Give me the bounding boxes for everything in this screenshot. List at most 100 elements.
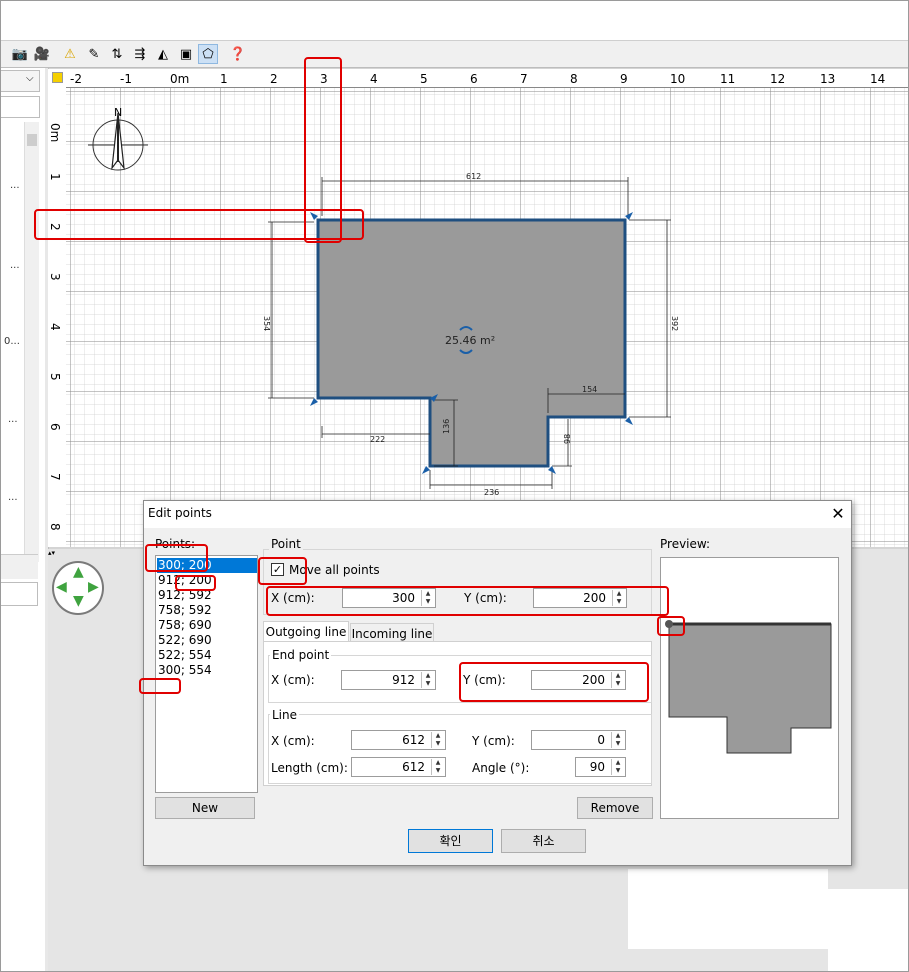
length-label: Length (cm): (271, 761, 348, 775)
y-field[interactable]: 200 ▲ ▼ (533, 588, 627, 608)
3d-view-highlight (628, 869, 828, 949)
x-field[interactable]: 300 ▲ ▼ (342, 588, 436, 608)
remove-button[interactable]: Remove (577, 797, 653, 819)
length-field[interactable]: 612 ▲ ▼ (351, 757, 446, 777)
end-x-label: X (cm): (271, 673, 315, 687)
text-icon[interactable]: ⇅ (107, 44, 127, 64)
dimension-label: 354 (262, 316, 271, 331)
vertical-ruler: 0m 1 2 3 4 5 6 7 8 (48, 87, 67, 547)
ruler-tick: 1 (220, 72, 228, 86)
end-y-field[interactable]: 200 ▲ ▼ (531, 670, 626, 690)
dialog-title: Edit points (148, 506, 212, 520)
spinner-icon[interactable]: ▲ ▼ (421, 590, 434, 606)
ruler-tick: 7 (48, 473, 62, 481)
preview-label: Preview: (660, 537, 711, 551)
spinner-icon[interactable]: ▲ ▼ (431, 759, 444, 775)
window-top-area (0, 0, 909, 41)
list-item[interactable]: 758; 592 (157, 603, 257, 618)
toolbar: 📷 🎥 ⚠ ✎ ⇅ ⇶ ◭ ▣ ⬠ ❓ (0, 41, 909, 68)
plan-canvas[interactable]: N 612 354 392 222 136 236 154 98 25.46 m (66, 88, 909, 547)
room-area-text: 25.46 m² (445, 334, 495, 347)
navigation-pad[interactable]: ▲ ▼ ◀ ▶ (52, 561, 104, 615)
ruler-tick: 4 (48, 323, 62, 331)
panel-divider[interactable] (0, 554, 38, 579)
dimension-label: 612 (466, 172, 481, 181)
list-item[interactable]: 758; 690 (157, 618, 257, 633)
list-item[interactable]: 522; 690 (157, 633, 257, 648)
angle-field[interactable]: 90 ▲ ▼ (575, 757, 626, 777)
align-icon[interactable]: ⇶ (130, 44, 150, 64)
spinner-icon[interactable]: ▲ ▼ (611, 759, 624, 775)
compass-north-label: N (114, 106, 122, 119)
line-y-field[interactable]: 0 ▲ ▼ (531, 730, 626, 750)
line-label: Line (270, 708, 300, 722)
move-all-points-checkbox[interactable]: ✓ (271, 563, 284, 576)
dimension-label: 98 (563, 434, 572, 444)
arrow-up-icon[interactable]: ▲ (73, 564, 84, 580)
line-x-field[interactable]: 612 ▲ ▼ (351, 730, 446, 750)
video-camera-icon[interactable]: 🎥 (32, 44, 52, 64)
end-y-label: Y (cm): (463, 673, 506, 687)
ruler-tick: 6 (470, 72, 478, 86)
list-item[interactable]: 522; 554 (157, 648, 257, 663)
camera-icon[interactable]: 📷 (10, 44, 30, 64)
preview-point-marker (665, 620, 673, 628)
new-button[interactable]: New (155, 797, 255, 819)
spinner-icon[interactable]: ▲ ▼ (612, 590, 625, 606)
tab-outgoing-line[interactable]: Outgoing line (263, 621, 349, 641)
collapse-arrows-icon[interactable]: ▴▾ (48, 549, 68, 557)
dimension-label: 136 (442, 419, 451, 434)
scrollbar[interactable] (24, 122, 39, 562)
tab-incoming-line[interactable]: Incoming line (350, 623, 434, 643)
points-label: Points: (155, 537, 196, 551)
end-x-field[interactable]: 912 ▲ ▼ (341, 670, 436, 690)
spinner-icon[interactable]: ▲ ▼ (421, 672, 434, 688)
help-icon[interactable]: ❓ (228, 44, 248, 64)
ruler-tick: 8 (48, 523, 62, 531)
ruler-tick: 4 (370, 72, 378, 86)
cancel-button[interactable]: 취소 (501, 829, 586, 853)
ruler-tick: 3 (48, 273, 62, 281)
list-item[interactable]: 912; 592 (157, 588, 257, 603)
dialog-title-bar: Edit points ✕ (144, 501, 851, 528)
scrollbar-thumb[interactable] (27, 134, 37, 146)
arrow-left-icon[interactable]: ◀ (56, 579, 67, 595)
spinner-icon[interactable]: ▲ ▼ (431, 732, 444, 748)
ruler-tick: 0m (48, 123, 62, 143)
arrow-down-icon[interactable]: ▼ (73, 593, 84, 609)
text-box-icon[interactable]: ▣ (176, 44, 196, 64)
tree-item-label: ... (8, 414, 18, 425)
ruler-corner (48, 69, 67, 88)
spinner-icon[interactable]: ▲ ▼ (611, 672, 624, 688)
tree-item-label: ... (10, 180, 20, 191)
preview-panel (660, 557, 839, 819)
ok-button[interactable]: 확인 (408, 829, 493, 853)
plan-view[interactable]: N 612 354 392 222 136 236 154 98 25.46 m (66, 88, 909, 547)
points-list[interactable]: 300; 200 912; 200 912; 592 758; 592 758;… (155, 555, 258, 793)
preview-canvas (665, 620, 832, 754)
ruler-tick: 7 (520, 72, 528, 86)
edit-icon[interactable]: ✎ (84, 44, 104, 64)
ruler-tick: 5 (48, 373, 62, 381)
edit-points-dialog: Edit points ✕ Points: 300; 200 912; 200 … (143, 500, 852, 866)
move-all-points-label: Move all points (289, 563, 380, 577)
arrow-right-icon[interactable]: ▶ (88, 579, 99, 595)
ruler-tick: -2 (70, 72, 82, 86)
edit-points-icon[interactable]: ⬠ (198, 44, 218, 64)
close-icon[interactable]: ✕ (827, 503, 849, 525)
ruler-tick: 9 (620, 72, 628, 86)
ruler-tick: 0m (170, 72, 190, 86)
warning-icon[interactable]: ⚠ (60, 44, 80, 64)
x-label: X (cm): (271, 591, 315, 605)
tree-item-label: ... (8, 492, 18, 503)
list-item[interactable]: 300; 554 (157, 663, 257, 678)
catalog-dropdown[interactable]: ⌵ (0, 70, 40, 92)
search-input[interactable] (0, 96, 40, 118)
list-item[interactable]: 912; 200 (157, 573, 257, 588)
line-y-label: Y (cm): (472, 734, 515, 748)
spinner-icon[interactable]: ▲ ▼ (611, 732, 624, 748)
ruler-tick: 6 (48, 423, 62, 431)
list-item[interactable]: 300; 200 (157, 558, 257, 573)
mirror-icon[interactable]: ◭ (153, 44, 173, 64)
furniture-list-header (0, 582, 38, 606)
